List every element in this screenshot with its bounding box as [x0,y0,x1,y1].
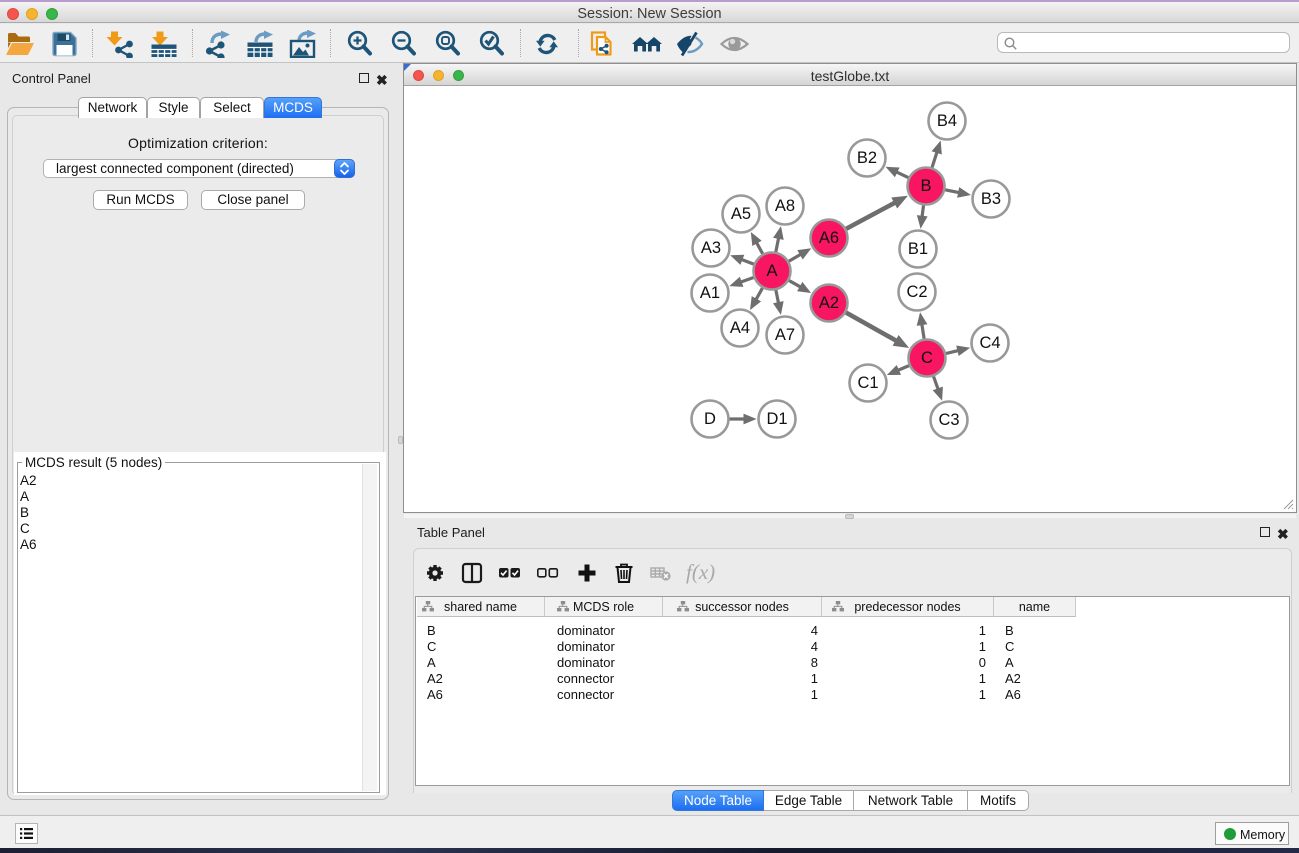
svg-text:B2: B2 [857,149,877,167]
svg-text:C2: C2 [906,283,927,301]
svg-text:A4: A4 [730,319,750,337]
svg-text:C4: C4 [979,334,1000,352]
svg-text:C1: C1 [857,374,878,392]
svg-text:A6: A6 [819,229,839,247]
svg-text:B: B [920,177,931,195]
svg-text:A1: A1 [700,284,720,302]
svg-text:A2: A2 [819,294,839,312]
svg-text:B1: B1 [908,240,928,258]
svg-text:A3: A3 [701,239,721,257]
svg-text:D: D [704,410,716,428]
svg-text:A5: A5 [731,205,751,223]
svg-text:A: A [766,262,777,280]
svg-text:A8: A8 [775,197,795,215]
svg-text:A7: A7 [775,326,795,344]
svg-text:B3: B3 [981,190,1001,208]
svg-text:D1: D1 [766,410,787,428]
svg-text:C3: C3 [938,411,959,429]
svg-text:C: C [921,349,933,367]
svg-text:B4: B4 [937,112,957,130]
